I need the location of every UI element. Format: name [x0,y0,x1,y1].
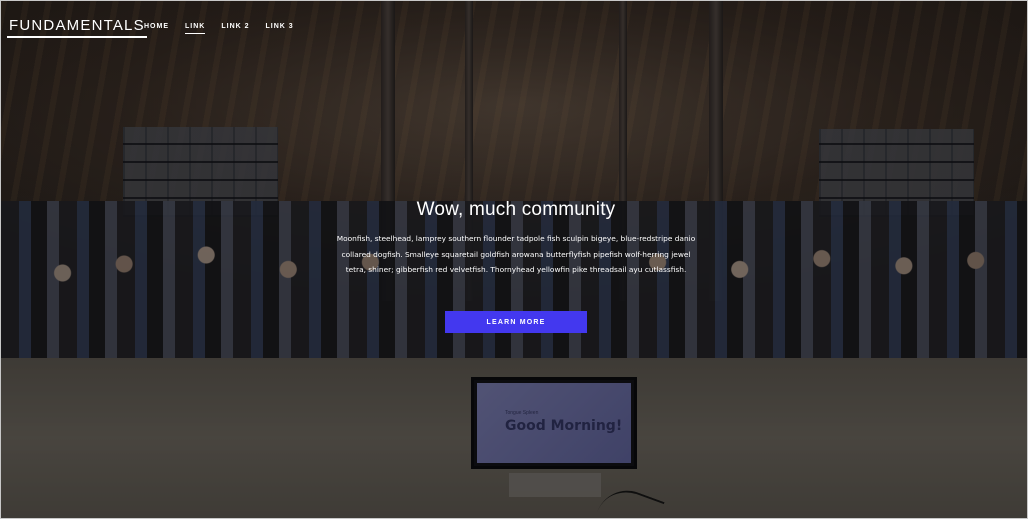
hero-description: Moonfish, steelhead, lamprey southern fl… [336,234,696,274]
hero-content: Wow, much community Moonfish, steelhead,… [331,199,701,278]
page-frame: Tongue Spleen Good Morning! FUNDAMENTALS… [0,0,1028,519]
nav-links: HOME LINK LINK 2 LINK 3 [144,22,310,34]
navbar: FUNDAMENTALS HOME LINK LINK 2 LINK 3 [1,1,1027,41]
brand-logo[interactable]: FUNDAMENTALS [7,18,147,38]
nav-link-home[interactable]: HOME [144,22,169,34]
nav-link-link-3[interactable]: LINK 3 [266,22,294,34]
nav-link-link-2[interactable]: LINK 2 [221,22,249,34]
hero-title: Wow, much community [416,199,616,220]
nav-link-link[interactable]: LINK [185,22,206,34]
learn-more-button[interactable]: LEARN MORE [445,311,587,333]
